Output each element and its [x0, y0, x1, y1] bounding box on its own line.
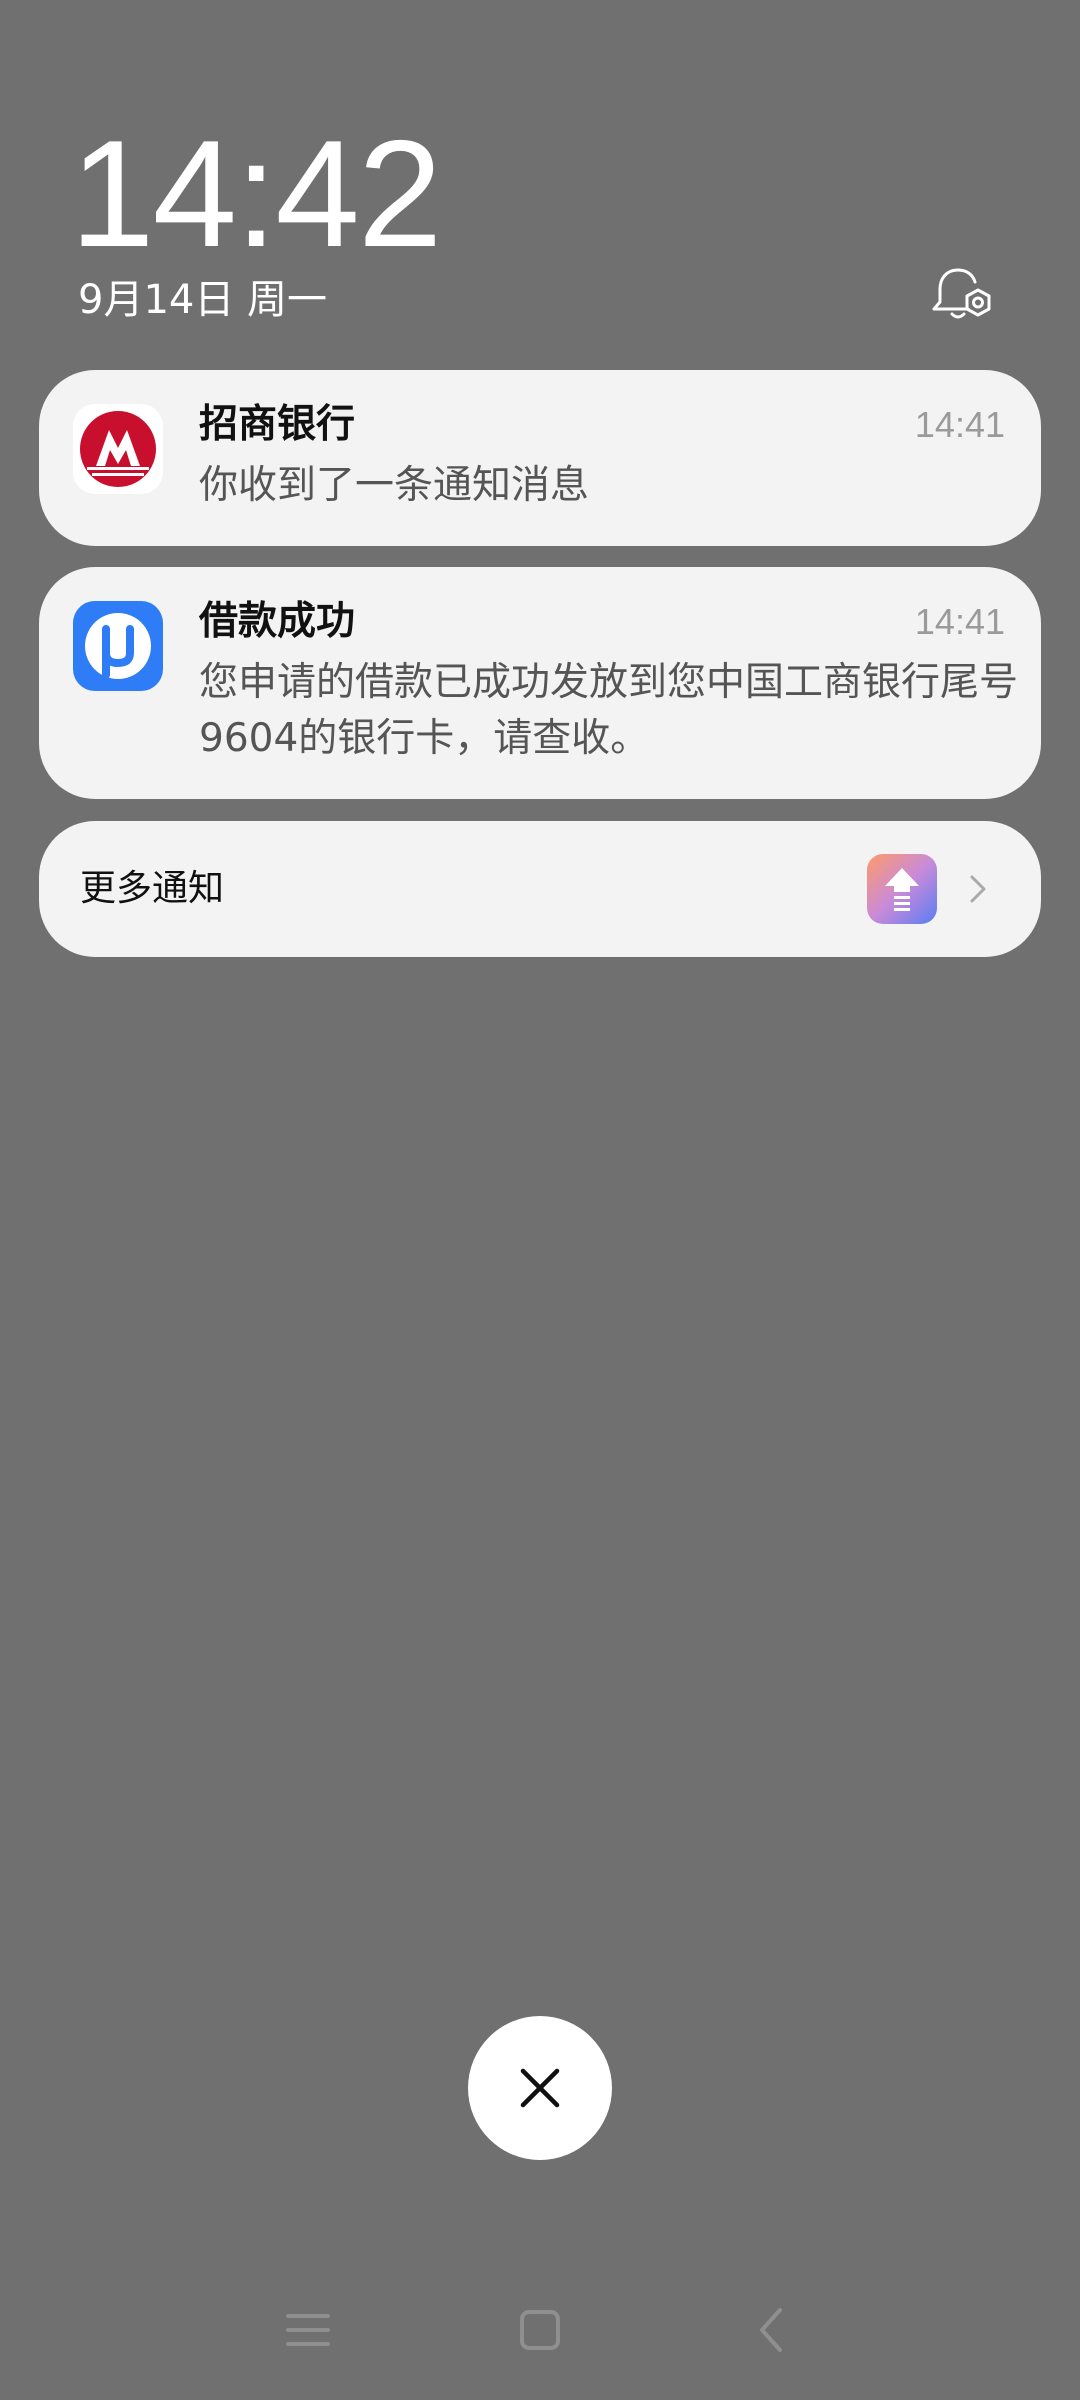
notification-card-cmb[interactable]: 招商银行 14:41 你收到了一条通知消息	[39, 370, 1041, 546]
home-square-icon	[520, 2310, 560, 2350]
clear-notifications-button[interactable]	[468, 2016, 612, 2160]
more-notifications-label: 更多通知	[80, 868, 225, 909]
nav-home-button[interactable]	[510, 2300, 570, 2360]
loan-app-u-icon	[73, 601, 163, 691]
more-notifications-row[interactable]: 更多通知	[39, 821, 1041, 957]
cmb-bank-logo-icon	[73, 404, 163, 494]
notification-time: 14:41	[914, 601, 1005, 642]
notification-card-loan[interactable]: 借款成功 14:41 您申请的借款已成功发放到您中国工商银行尾号9604的银行卡…	[39, 567, 1041, 799]
notification-body: 你收到了一条通知消息	[199, 463, 590, 508]
nav-back-button[interactable]	[742, 2300, 802, 2360]
notification-title: 招商银行	[199, 402, 356, 447]
menu-icon	[286, 2314, 330, 2346]
nav-menu-button[interactable]	[278, 2300, 338, 2360]
notification-time: 14:41	[914, 404, 1005, 445]
back-chevron-icon	[760, 2308, 782, 2352]
close-icon	[520, 2068, 560, 2108]
lockscreen-date: 9月14日 周一	[78, 277, 328, 323]
upload-app-icon	[867, 854, 937, 924]
notification-body: 您申请的借款已成功发放到您中国工商银行尾号9604的银行卡，请查收。	[199, 660, 1019, 761]
chevron-right-icon	[963, 867, 993, 911]
notification-title: 借款成功	[199, 599, 356, 644]
lockscreen-clock: 14:42	[70, 109, 442, 279]
notification-settings-icon[interactable]	[928, 262, 996, 330]
